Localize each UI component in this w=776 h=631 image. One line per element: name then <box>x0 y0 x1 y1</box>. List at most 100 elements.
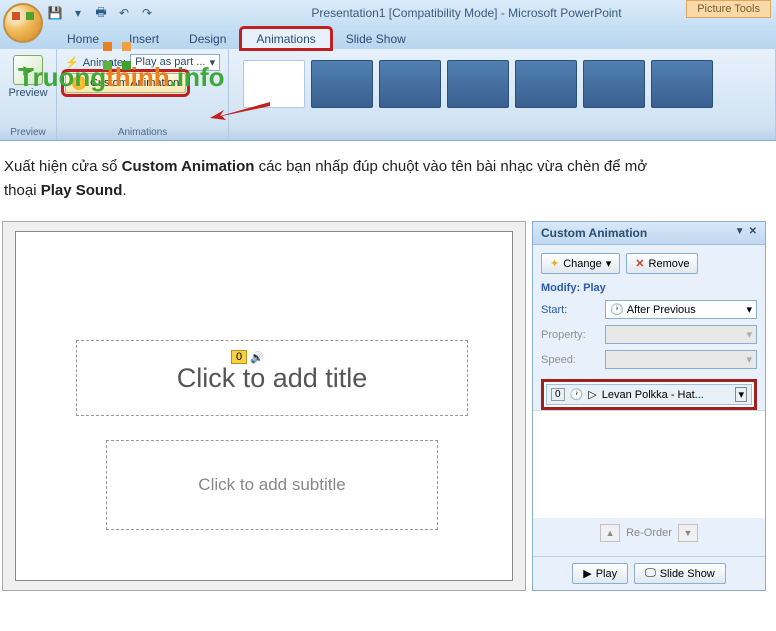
tab-home[interactable]: Home <box>52 28 114 49</box>
animate-label: Animate: <box>83 57 126 69</box>
ribbon-group-animations: ⚡ Animate: Play as part ... ▾ Custom Ani… <box>57 49 229 140</box>
transition-item[interactable] <box>379 60 441 108</box>
transition-item[interactable] <box>515 60 577 108</box>
preview-label: Preview <box>8 87 47 99</box>
chevron-down-icon: ▾ <box>210 56 216 69</box>
item-seq: 0 <box>551 388 565 401</box>
animate-value: Play as part ... <box>135 56 205 69</box>
play-icon: ▶ <box>583 567 591 580</box>
chevron-down-icon[interactable]: ▾ <box>735 387 747 402</box>
ca-pane-body: ✦ Change ▾ ✕ Remove Modify: Play Start: … <box>533 245 765 556</box>
reorder-up-button: ▲ <box>600 524 620 542</box>
title-placeholder[interactable]: Click to add title <box>76 340 468 416</box>
clock-icon: 🕐 <box>570 388 584 401</box>
tab-slideshow[interactable]: Slide Show <box>331 28 421 49</box>
transition-item[interactable] <box>651 60 713 108</box>
remove-icon: ✕ <box>635 257 644 270</box>
animate-icon: ⚡ <box>65 56 79 69</box>
text-bold: Custom Animation <box>122 158 255 175</box>
group-label-animations: Animations <box>63 125 222 138</box>
change-button[interactable]: ✦ Change ▾ <box>541 253 620 274</box>
slideshow-label: Slide Show <box>660 568 715 580</box>
custom-anim-icon <box>72 76 86 90</box>
main-area: 0 🔊 Click to add title Click to add subt… <box>0 221 776 591</box>
subtitle-placeholder[interactable]: Click to add subtitle <box>106 440 438 530</box>
preview-icon <box>13 55 43 85</box>
chevron-down-icon: ▾ <box>606 257 612 270</box>
qat-menu-icon[interactable]: ▾ <box>68 3 88 23</box>
change-label: Change <box>563 258 602 270</box>
modify-label: Modify: Play <box>541 282 757 294</box>
transition-gallery <box>235 52 769 108</box>
slideshow-button[interactable]: 🖵 Slide Show <box>634 563 726 584</box>
start-value: After Previous <box>627 304 696 316</box>
chevron-down-icon: ▾ <box>746 328 752 341</box>
play-button[interactable]: ▶ Play <box>572 563 628 584</box>
text: các bạn nhấp đúp chuột vào tên bài nhạc … <box>254 158 647 175</box>
pane-close-icon[interactable]: ✕ <box>749 226 757 240</box>
slide-preview: 0 🔊 Click to add title Click to add subt… <box>2 221 526 591</box>
window-title: Presentation1 [Compatibility Mode] - Mic… <box>157 6 776 20</box>
chevron-down-icon: ▾ <box>746 303 752 316</box>
property-combo: ▾ <box>605 325 757 344</box>
quick-access-toolbar: 💾 ▾ 🖶 ↶ ↷ <box>45 3 157 23</box>
star-icon: ✦ <box>550 257 559 270</box>
animate-combo[interactable]: Play as part ... ▾ <box>130 54 220 71</box>
start-combo[interactable]: 🕐After Previous ▾ <box>605 300 757 319</box>
title-placeholder-text: Click to add title <box>177 363 368 394</box>
ribbon-group-transitions <box>229 49 776 140</box>
text-bold: Play Sound <box>41 182 123 199</box>
transition-item[interactable] <box>447 60 509 108</box>
item-name: Levan Polkka - Hat... <box>602 389 731 401</box>
ribbon: Preview Preview ⚡ Animate: Play as part … <box>0 49 776 141</box>
redo-icon[interactable]: ↷ <box>137 3 157 23</box>
reorder-controls: ▲ Re-Order ▼ <box>541 518 757 548</box>
subtitle-placeholder-text: Click to add subtitle <box>198 475 345 495</box>
text: thoại <box>4 182 41 199</box>
custom-animation-button[interactable]: Custom Animation <box>65 73 186 93</box>
animation-list-item[interactable]: 0 🕐 ▷ Levan Polkka - Hat... ▾ <box>546 384 752 405</box>
picture-tools-tab[interactable]: Picture Tools <box>686 0 771 18</box>
speed-combo: ▾ <box>605 350 757 369</box>
save-icon[interactable]: 💾 <box>45 3 65 23</box>
custom-animation-pane: Custom Animation ▼ ✕ ✦ Change ▾ ✕ Remove… <box>532 221 766 591</box>
custom-anim-label: Custom Animation <box>90 77 179 89</box>
article-text: Xuất hiện cửa sổ Custom Animation các bạ… <box>0 141 776 203</box>
ca-pane-header: Custom Animation ▼ ✕ <box>533 222 765 245</box>
transition-none[interactable] <box>243 60 305 108</box>
play-icon: ▷ <box>588 388 596 401</box>
preview-button[interactable]: Preview <box>6 52 50 99</box>
play-label: Play <box>596 568 617 580</box>
speed-label: Speed: <box>541 354 599 366</box>
titlebar: 💾 ▾ 🖶 ↶ ↷ Presentation1 [Compatibility M… <box>0 0 776 26</box>
transition-item[interactable] <box>311 60 373 108</box>
slide-canvas[interactable]: 0 🔊 Click to add title Click to add subt… <box>15 231 513 581</box>
remove-label: Remove <box>649 258 690 270</box>
ca-footer: ▶ Play 🖵 Slide Show <box>533 556 765 590</box>
transition-item[interactable] <box>583 60 645 108</box>
property-label: Property: <box>541 329 599 341</box>
start-label: Start: <box>541 304 599 316</box>
undo-icon[interactable]: ↶ <box>114 3 134 23</box>
text: . <box>122 182 126 199</box>
ribbon-tabs: Home Insert Design Animations Slide Show <box>0 26 776 49</box>
list-spacer <box>533 410 765 518</box>
ca-pane-title: Custom Animation <box>541 226 647 240</box>
group-label-preview: Preview <box>6 125 50 138</box>
remove-button[interactable]: ✕ Remove <box>626 253 698 274</box>
office-button[interactable] <box>3 3 43 43</box>
text: Xuất hiện cửa sổ <box>4 158 122 175</box>
pane-menu-icon[interactable]: ▼ <box>735 226 745 240</box>
print-icon[interactable]: 🖶 <box>91 3 111 23</box>
tab-insert[interactable]: Insert <box>114 28 174 49</box>
clock-icon: 🕐 <box>610 304 624 316</box>
chevron-down-icon: ▾ <box>746 353 752 366</box>
reorder-label: Re-Order <box>626 527 672 539</box>
office-logo-icon <box>12 12 34 34</box>
reorder-down-button: ▼ <box>678 524 698 542</box>
tab-animations[interactable]: Animations <box>241 28 330 49</box>
slideshow-icon: 🖵 <box>645 567 656 580</box>
tab-design[interactable]: Design <box>174 28 241 49</box>
animation-list: 0 🕐 ▷ Levan Polkka - Hat... ▾ <box>541 379 757 410</box>
ribbon-group-preview: Preview Preview <box>0 49 57 140</box>
